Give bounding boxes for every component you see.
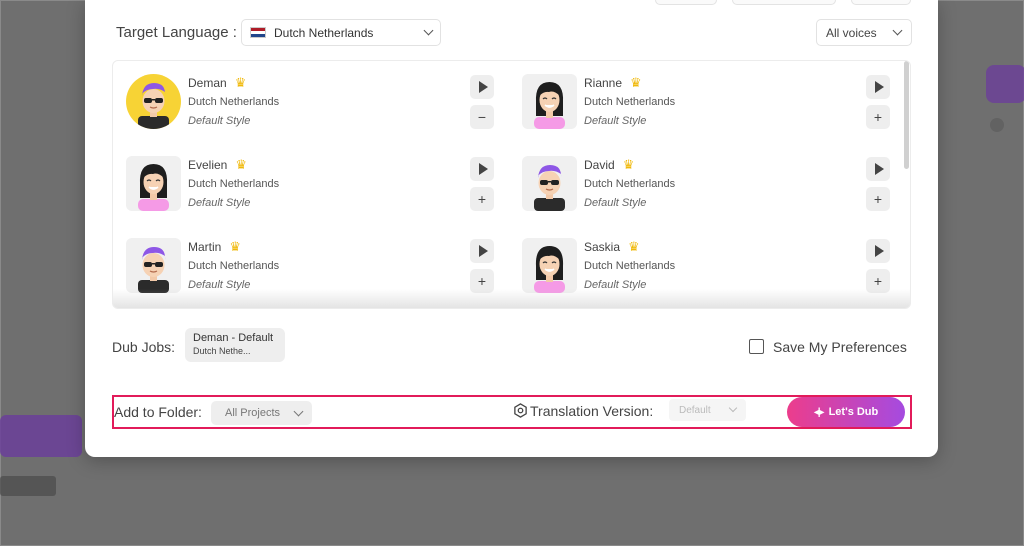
- avatar-female-icon: [522, 238, 577, 293]
- add-voice-button[interactable]: +: [866, 105, 890, 129]
- save-preferences-checkbox[interactable]: [749, 339, 764, 354]
- chevron-down-icon: [423, 25, 434, 36]
- target-language-label: Target Language :: [116, 24, 237, 41]
- dub-job-language: Dutch Nethe...: [193, 346, 251, 356]
- avatar-male-icon: [522, 156, 577, 211]
- play-button[interactable]: [866, 239, 890, 263]
- avatar-male-icon: [126, 74, 181, 129]
- voice-style: Default Style: [584, 115, 647, 127]
- hidden-top-button[interactable]: [655, 0, 717, 5]
- hidden-top-button[interactable]: [732, 0, 836, 5]
- chevron-down-icon: [892, 25, 903, 36]
- voice-name: Rianne ♛: [584, 75, 642, 90]
- play-icon: [874, 81, 884, 93]
- voices-filter-select[interactable]: All voices: [816, 19, 912, 46]
- dub-job-title: Deman - Default: [193, 332, 274, 344]
- avatar-male-icon: [126, 238, 181, 293]
- voice-language: Dutch Netherlands: [584, 96, 676, 108]
- play-button[interactable]: [866, 157, 890, 181]
- background-text-block: [0, 476, 56, 496]
- background-purple-button: [986, 65, 1024, 103]
- scroll-fade: [113, 289, 910, 308]
- voice-name: David ♛: [584, 157, 635, 172]
- crown-icon: ♛: [630, 75, 642, 90]
- netherlands-flag-icon: [250, 27, 266, 38]
- target-language-select[interactable]: Dutch Netherlands: [241, 19, 441, 46]
- dub-modal: Target Language : Dutch Netherlands All …: [85, 0, 938, 457]
- voice-language: Dutch Netherlands: [188, 96, 280, 108]
- play-button[interactable]: [866, 75, 890, 99]
- voice-style: Default Style: [584, 197, 647, 209]
- voice-card-rianne[interactable]: Rianne ♛ Dutch Netherlands Default Style …: [509, 61, 890, 129]
- avatar-female-icon: [522, 74, 577, 129]
- voice-name: Saskia ♛: [584, 239, 640, 254]
- add-voice-button[interactable]: +: [470, 187, 494, 211]
- dub-jobs-label: Dub Jobs:: [112, 339, 176, 355]
- play-icon: [478, 163, 488, 175]
- voice-name: Deman ♛: [188, 75, 247, 90]
- voice-language: Dutch Netherlands: [584, 178, 676, 190]
- voice-language: Dutch Netherlands: [188, 260, 280, 272]
- voice-language: Dutch Netherlands: [584, 260, 676, 272]
- voice-card-saskia[interactable]: Saskia ♛ Dutch Netherlands Default Style …: [509, 225, 890, 293]
- folder-select-value: All Projects: [225, 407, 281, 419]
- play-button[interactable]: [470, 157, 494, 181]
- play-button[interactable]: [470, 75, 494, 99]
- crown-icon: ♛: [622, 157, 635, 172]
- dub-action-bar: Add to Folder: All Projects Translation …: [112, 395, 912, 429]
- play-icon: [874, 245, 884, 257]
- translation-version-value: Default: [679, 404, 711, 416]
- voice-list-scrollbar[interactable]: [904, 61, 909, 169]
- add-to-folder-label: Add to Folder:: [114, 404, 202, 420]
- translation-version-icon: [514, 403, 527, 418]
- save-preferences-label[interactable]: Save My Preferences: [773, 339, 907, 355]
- play-button[interactable]: [470, 239, 494, 263]
- voice-card-david[interactable]: David ♛ Dutch Netherlands Default Style +: [509, 143, 890, 211]
- voice-language: Dutch Netherlands: [188, 178, 280, 190]
- hidden-top-button[interactable]: [851, 0, 911, 5]
- crown-icon: ♛: [234, 75, 247, 90]
- crown-icon: ♛: [235, 157, 248, 172]
- play-icon: [478, 81, 488, 93]
- play-icon: [478, 245, 488, 257]
- crown-icon: ♛: [229, 239, 241, 254]
- chevron-down-icon: [728, 403, 738, 413]
- dub-job-chip[interactable]: Deman - Default Dutch Nethe...: [185, 328, 285, 362]
- folder-select[interactable]: All Projects: [211, 401, 312, 425]
- voices-filter-value: All voices: [826, 25, 877, 40]
- voice-style: Default Style: [188, 115, 251, 127]
- voice-style: Default Style: [188, 197, 251, 209]
- target-language-value: Dutch Netherlands: [274, 25, 374, 40]
- voice-list: Deman ♛ Dutch Netherlands Default Style −: [112, 60, 911, 309]
- chevron-down-icon: [293, 406, 304, 416]
- voice-name: Evelien ♛: [188, 157, 248, 172]
- voice-name: Martin ♛: [188, 239, 241, 254]
- voice-card-deman[interactable]: Deman ♛ Dutch Netherlands Default Style −: [113, 61, 494, 129]
- translation-version-label: Translation Version:: [530, 403, 654, 419]
- crown-icon: ♛: [628, 239, 640, 254]
- voice-card-evelien[interactable]: Evelien ♛ Dutch Netherlands Default Style…: [113, 143, 494, 211]
- background-dot: [990, 118, 1004, 132]
- avatar-female-icon: [126, 156, 181, 211]
- play-icon: [874, 163, 884, 175]
- lets-dub-label: Let's Dub: [828, 406, 879, 418]
- add-voice-button[interactable]: +: [866, 187, 890, 211]
- voice-card-martin[interactable]: Martin ♛ Dutch Netherlands Default Style …: [113, 225, 494, 293]
- lets-dub-button[interactable]: ◂|▸ Let's Dub: [787, 397, 905, 427]
- dub-icon: ◂|▸: [813, 406, 825, 418]
- remove-voice-button[interactable]: −: [470, 105, 494, 129]
- translation-version-select[interactable]: Default: [669, 399, 746, 421]
- background-purple-block: [0, 415, 82, 457]
